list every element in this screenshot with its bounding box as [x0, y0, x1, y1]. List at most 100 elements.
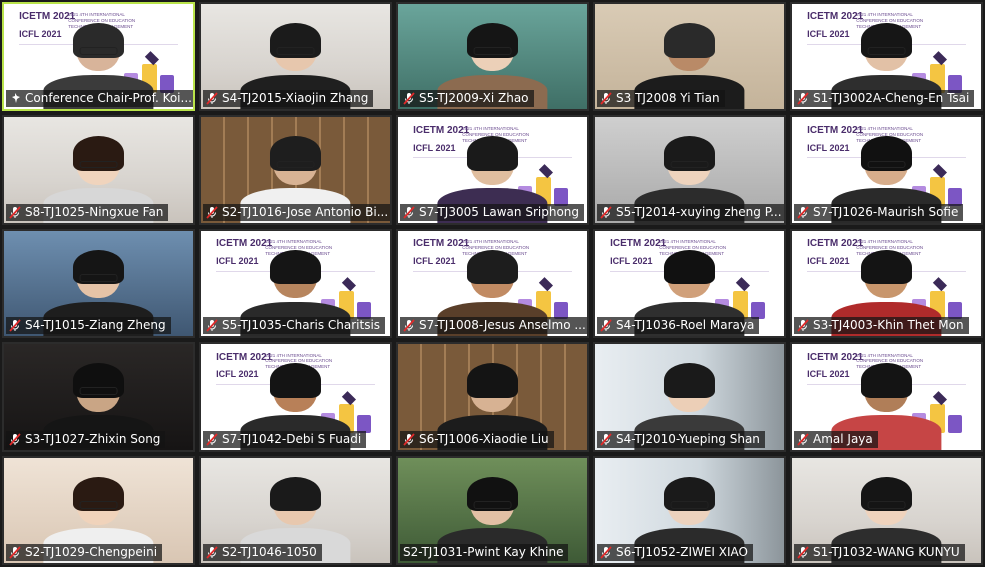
mic-muted-icon — [600, 546, 612, 559]
participant-name-label: S4-TJ2010-Yueping Shan — [597, 430, 765, 448]
video-tile[interactable]: ICETM 2021 ICFL 2021 2021 4TH INTERNATIONA… — [790, 228, 983, 339]
glasses-icon — [79, 273, 118, 282]
glasses-icon — [867, 160, 906, 169]
video-tile[interactable]: S3 TJ2008 Yi Tian — [593, 2, 786, 112]
glasses-icon — [79, 387, 118, 396]
mic-muted-icon — [403, 206, 415, 219]
glasses-icon — [867, 47, 906, 55]
participant-name: S3-TJ1027-Zhixin Song — [25, 431, 161, 446]
participant-name-label: S7-TJ1008-Jesus Anselmo ... — [400, 317, 587, 335]
video-tile[interactable]: S2-TJ1031-Pwint Kay Khine — [396, 455, 589, 565]
participant-name: S5-TJ1035-Charis Charitsis — [222, 318, 381, 333]
video-tile[interactable]: ICETM 2021 ICFL 2021 2021 4TH INTERNATIONA… — [2, 2, 195, 112]
participant-name-label: S2-TJ1046-1050 — [203, 544, 322, 561]
glasses-icon — [276, 160, 315, 169]
video-tile[interactable]: S2-TJ1029-Chengpeini — [2, 455, 195, 565]
participant-name-label: S3-TJ1027-Zhixin Song — [6, 430, 166, 448]
participant-name: S1-TJ3002A-Cheng-En Tsai — [813, 91, 970, 106]
participant-name-label: S3-TJ4003-Khin Thet Mon — [794, 317, 969, 335]
video-tile[interactable]: S4-TJ1015-Ziang Zheng — [2, 228, 195, 339]
participant-name-label: S6-TJ1006-Xiaodie Liu — [400, 430, 554, 448]
participant-name-label: S5-TJ1035-Charis Charitsis — [203, 317, 386, 335]
mic-muted-icon — [206, 206, 218, 219]
participant-name: S8-TJ1025-Ningxue Fan — [25, 204, 164, 219]
conference-title: ICETM 2021 — [216, 351, 273, 363]
participant-name: S3-TJ4003-Khin Thet Mon — [813, 318, 964, 333]
participant-name-label: S4-TJ1036-Roel Maraya — [597, 317, 760, 335]
conference-title: ICETM 2021 — [216, 238, 273, 250]
participant-name-label: S7-TJ3005 Lawan Sriphong — [400, 203, 585, 221]
video-tile[interactable]: ICETM 2021 ICFL 2021 2021 4TH INTERNATIONA… — [790, 115, 983, 225]
participant-name: S7-TJ3005 Lawan Sriphong — [419, 204, 580, 219]
participant-name: S4-TJ1015-Ziang Zheng — [25, 318, 166, 333]
conference-title: ICETM 2021 — [610, 238, 667, 250]
mic-muted-icon — [206, 319, 218, 332]
participant-name-label: S8-TJ1025-Ningxue Fan — [6, 203, 169, 221]
participant-name: S4-TJ2015-Xiaojin Zhang — [222, 91, 369, 106]
participant-name-label: S6-TJ1052-ZIWEI XIAO — [597, 544, 753, 561]
conference-title: ICETM 2021 — [807, 351, 864, 363]
participant-name: S1-TJ1032-WANG KUNYU — [813, 545, 960, 559]
participant-name-label: S4-TJ1015-Ziang Zheng — [6, 317, 171, 335]
video-tile[interactable]: S1-TJ1032-WANG KUNYU — [790, 455, 983, 565]
glasses-icon — [867, 500, 906, 509]
video-tile[interactable]: S4-TJ2010-Yueping Shan — [593, 342, 786, 452]
conference-title: ICETM 2021 — [807, 238, 864, 250]
mic-muted-icon — [403, 92, 415, 105]
pin-icon — [9, 92, 21, 105]
glasses-icon — [473, 500, 512, 509]
glasses-icon — [79, 160, 118, 169]
glasses-icon — [670, 500, 709, 509]
mic-muted-icon — [797, 546, 809, 559]
participant-name-label: S7-TJ1026-Maurish Sofie — [794, 203, 964, 221]
mic-muted-icon — [403, 432, 415, 446]
participant-name: Conference Chair-Prof. Koi... — [25, 91, 192, 106]
video-tile[interactable]: S6-TJ1006-Xiaodie Liu — [396, 342, 589, 452]
conference-title: ICETM 2021 — [19, 11, 76, 23]
participant-name: S2-TJ1046-1050 — [222, 545, 317, 559]
video-tile[interactable]: S4-TJ2015-Xiaojin Zhang — [199, 2, 392, 112]
participant-name: S3 TJ2008 Yi Tian — [616, 91, 720, 106]
participant-name-label: S4-TJ2015-Xiaojin Zhang — [203, 90, 374, 108]
conference-title: ICETM 2021 — [807, 11, 864, 23]
mic-muted-icon — [797, 92, 809, 105]
video-tile[interactable]: S3-TJ1027-Zhixin Song — [2, 342, 195, 452]
participant-name-label: S2-TJ1031-Pwint Kay Khine — [400, 544, 569, 561]
participant-name-label: S2-TJ1029-Chengpeini — [6, 544, 163, 561]
mic-muted-icon — [9, 319, 21, 332]
video-tile[interactable]: ICETM 2021 ICFL 2021 2021 4TH INTERNATIONA… — [396, 115, 589, 225]
participant-name-label: S2-TJ1016-Jose Antonio Bi... — [203, 203, 390, 221]
participant-name: S6-TJ1052-ZIWEI XIAO — [616, 545, 748, 559]
video-tile[interactable]: ICETM 2021 ICFL 2021 2021 4TH INTERNATIONA… — [593, 228, 786, 339]
mic-muted-icon — [600, 432, 612, 446]
glasses-icon — [473, 47, 512, 55]
video-tile[interactable]: ICETM 2021 ICFL 2021 2021 4TH INTERNATIONA… — [790, 2, 983, 112]
video-tile[interactable]: S6-TJ1052-ZIWEI XIAO — [593, 455, 786, 565]
mic-muted-icon — [206, 92, 218, 105]
participant-name-label: S1-TJ1032-WANG KUNYU — [794, 544, 965, 561]
participant-name: S2-TJ1016-Jose Antonio Bi... — [222, 204, 389, 219]
video-tile[interactable]: ICETM 2021 ICFL 2021 2021 4TH INTERNATIONA… — [199, 342, 392, 452]
video-tile[interactable]: S5-TJ2014-xuying zheng P... — [593, 115, 786, 225]
participant-name: S7-TJ1008-Jesus Anselmo ... — [419, 318, 586, 333]
video-tile[interactable]: S8-TJ1025-Ningxue Fan — [2, 115, 195, 225]
glasses-icon — [79, 47, 118, 55]
gallery-view: ICETM 2021 ICFL 2021 2021 4TH INTERNATIONA… — [0, 0, 985, 567]
participant-name-label: S3 TJ2008 Yi Tian — [597, 90, 725, 108]
glasses-icon — [79, 500, 118, 509]
video-tile[interactable]: ICETM 2021 ICFL 2021 2021 4TH INTERNATIONA… — [199, 228, 392, 339]
mic-muted-icon — [403, 319, 415, 332]
mic-muted-icon — [9, 546, 21, 559]
mic-muted-icon — [9, 206, 21, 219]
video-tile[interactable]: ICETM 2021 ICFL 2021 2021 4TH INTERNATIONA… — [396, 228, 589, 339]
participant-name-label: Conference Chair-Prof. Koi... — [6, 90, 193, 108]
participant-name: S5-TJ2014-xuying zheng P... — [616, 204, 782, 219]
participant-name: S7-TJ1042-Debi S Fuadi — [222, 431, 362, 446]
mic-muted-icon — [600, 319, 612, 332]
video-tile[interactable]: ICETM 2021 ICFL 2021 2021 4TH INTERNATIONA… — [790, 342, 983, 452]
video-tile[interactable]: S5-TJ2009-Xi Zhao — [396, 2, 589, 112]
participant-name-label: Amal Jaya — [794, 430, 878, 448]
video-tile[interactable]: S2-TJ1046-1050 — [199, 455, 392, 565]
mic-muted-icon — [600, 92, 612, 105]
video-tile[interactable]: S2-TJ1016-Jose Antonio Bi... — [199, 115, 392, 225]
